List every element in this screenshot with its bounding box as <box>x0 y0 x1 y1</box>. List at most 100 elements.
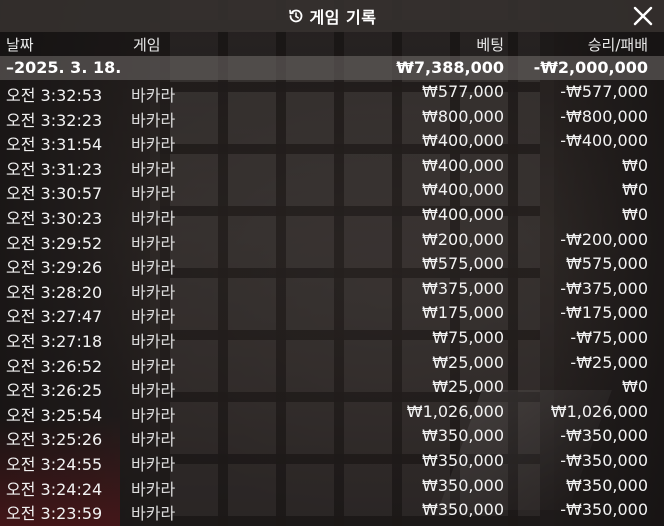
row-bet: ₩350,000 <box>422 426 504 446</box>
row-bet: ₩200,000 <box>422 229 504 249</box>
row-time: 오전 3:26:52 <box>6 356 103 376</box>
column-header-game[interactable]: 게임 <box>133 34 161 55</box>
row-bet: ₩350,000 <box>422 500 504 520</box>
table-row[interactable]: 오전 3:32:23 바카라 ₩800,000 -₩800,000 <box>0 105 664 130</box>
row-result: -₩577,000 <box>560 82 648 101</box>
row-bet: ₩25,000 <box>432 377 504 397</box>
summary-win-loss-total: -₩2,000,000 <box>533 58 648 77</box>
row-time: 오전 3:32:53 <box>6 86 103 105</box>
table-row[interactable]: 오전 3:24:55 바카라 ₩350,000 -₩350,000 <box>0 449 664 474</box>
row-time: 오전 3:27:47 <box>6 307 103 327</box>
row-time: 오전 3:26:25 <box>6 381 103 401</box>
row-game: 바카라 <box>131 282 176 302</box>
table-row[interactable]: 오전 3:26:52 바카라 ₩25,000 -₩25,000 <box>0 351 664 376</box>
table-row[interactable]: 오전 3:30:57 바카라 ₩400,000 ₩0 <box>0 178 664 203</box>
row-result: ₩0 <box>622 180 648 200</box>
table-row[interactable]: 오전 3:23:59 바카라 ₩350,000 -₩350,000 <box>0 498 664 523</box>
column-header-win-loss[interactable]: 승리/패배 <box>588 34 648 55</box>
column-header-bet[interactable]: 베팅 <box>476 34 504 55</box>
row-bet: ₩25,000 <box>432 352 504 372</box>
row-bet: ₩350,000 <box>422 450 504 470</box>
row-game: 바카라 <box>131 258 176 278</box>
row-time: 오전 3:30:57 <box>6 184 103 204</box>
row-bet: ₩375,000 <box>422 278 504 298</box>
row-result: -₩175,000 <box>560 303 648 323</box>
table-row[interactable]: 오전 3:32:53 바카라 ₩577,000 -₩577,000 <box>0 80 664 105</box>
row-time: 오전 3:25:26 <box>6 430 103 450</box>
table-row[interactable]: 오전 3:29:52 바카라 ₩200,000 -₩200,000 <box>0 228 664 253</box>
row-bet: ₩400,000 <box>422 155 504 175</box>
summary-bet-total: ₩7,388,000 <box>396 58 504 77</box>
row-bet: ₩400,000 <box>422 131 504 151</box>
row-time: 오전 3:29:52 <box>6 233 103 253</box>
row-game: 바카라 <box>131 159 176 179</box>
table-row[interactable]: 오전 3:24:24 바카라 ₩350,000 ₩350,000 <box>0 474 664 499</box>
title-bar: 게임 기록 <box>0 0 664 32</box>
table-row[interactable]: 오전 3:25:26 바카라 ₩350,000 -₩350,000 <box>0 424 664 449</box>
row-result: ₩350,000 <box>566 475 648 495</box>
row-game: 바카라 <box>131 381 176 401</box>
table-row[interactable]: 오전 3:26:25 바카라 ₩25,000 ₩0 <box>0 375 664 400</box>
row-time: 오전 3:24:24 <box>6 479 103 499</box>
row-game: 바카라 <box>131 184 176 204</box>
row-result: -₩350,000 <box>560 450 648 470</box>
row-game: 바카라 <box>131 208 176 228</box>
row-result: -₩350,000 <box>560 500 648 520</box>
column-header-row: 날짜 게임 베팅 승리/패배 <box>0 32 664 56</box>
row-result: -₩25,000 <box>570 352 648 372</box>
row-game: 바카라 <box>131 504 176 524</box>
row-time: 오전 3:23:59 <box>6 504 103 524</box>
row-time: 오전 3:29:26 <box>6 258 103 278</box>
close-button[interactable] <box>632 5 654 27</box>
table-row[interactable]: 오전 3:29:26 바카라 ₩575,000 ₩575,000 <box>0 252 664 277</box>
table-row[interactable]: 오전 3:28:20 바카라 ₩375,000 -₩375,000 <box>0 277 664 302</box>
summary-date: –2025. 3. 18. <box>6 58 122 77</box>
row-time: 오전 3:31:23 <box>6 159 103 179</box>
row-game: 바카라 <box>131 479 176 499</box>
row-bet: ₩1,026,000 <box>406 401 504 421</box>
table-row[interactable]: 오전 3:27:47 바카라 ₩175,000 -₩175,000 <box>0 301 664 326</box>
row-bet: ₩75,000 <box>432 327 504 347</box>
row-result: -₩350,000 <box>560 426 648 446</box>
row-game: 바카라 <box>131 356 176 376</box>
row-game: 바카라 <box>131 430 176 450</box>
title-group: 게임 기록 <box>288 4 377 28</box>
table-row[interactable]: 오전 3:27:18 바카라 ₩75,000 -₩75,000 <box>0 326 664 351</box>
row-result: -₩800,000 <box>560 106 648 126</box>
row-bet: ₩175,000 <box>422 303 504 323</box>
row-time: 오전 3:28:20 <box>6 282 103 302</box>
table-row[interactable]: 오전 3:31:54 바카라 ₩400,000 -₩400,000 <box>0 129 664 154</box>
row-result: -₩400,000 <box>560 131 648 151</box>
row-time: 오전 3:31:54 <box>6 135 103 155</box>
row-game: 바카라 <box>131 110 176 130</box>
row-time: 오전 3:24:55 <box>6 454 103 474</box>
row-bet: ₩350,000 <box>422 475 504 495</box>
history-clock-icon <box>288 8 304 24</box>
table-row[interactable]: 오전 3:25:54 바카라 ₩1,026,000 ₩1,026,000 <box>0 400 664 425</box>
row-game: 바카라 <box>131 454 176 474</box>
close-icon[interactable] <box>632 6 654 31</box>
row-result: -₩200,000 <box>560 229 648 249</box>
row-game: 바카라 <box>131 331 176 351</box>
row-result: ₩1,026,000 <box>550 401 648 421</box>
row-result: -₩375,000 <box>560 278 648 298</box>
history-table-body: 오전 3:32:53 바카라 ₩577,000 -₩577,000 오전 3:32:2… <box>0 80 664 523</box>
table-row[interactable]: 오전 3:31:23 바카라 ₩400,000 ₩0 <box>0 154 664 179</box>
row-time: 오전 3:27:18 <box>6 331 103 351</box>
row-game: 바카라 <box>131 86 176 105</box>
row-result: ₩0 <box>622 155 648 175</box>
row-bet: ₩400,000 <box>422 204 504 224</box>
row-bet: ₩577,000 <box>422 82 504 101</box>
date-summary-row[interactable]: –2025. 3. 18. ₩7,388,000 -₩2,000,000 <box>0 56 664 80</box>
row-bet: ₩575,000 <box>422 254 504 274</box>
row-result: ₩575,000 <box>566 254 648 274</box>
page-title: 게임 기록 <box>309 8 377 27</box>
table-row[interactable]: 오전 3:30:23 바카라 ₩400,000 ₩0 <box>0 203 664 228</box>
row-result: -₩75,000 <box>570 327 648 347</box>
column-header-date[interactable]: 날짜 <box>6 34 34 55</box>
row-bet: ₩800,000 <box>422 106 504 126</box>
row-game: 바카라 <box>131 233 176 253</box>
row-game: 바카라 <box>131 307 176 327</box>
row-game: 바카라 <box>131 135 176 155</box>
row-result: ₩0 <box>622 377 648 397</box>
